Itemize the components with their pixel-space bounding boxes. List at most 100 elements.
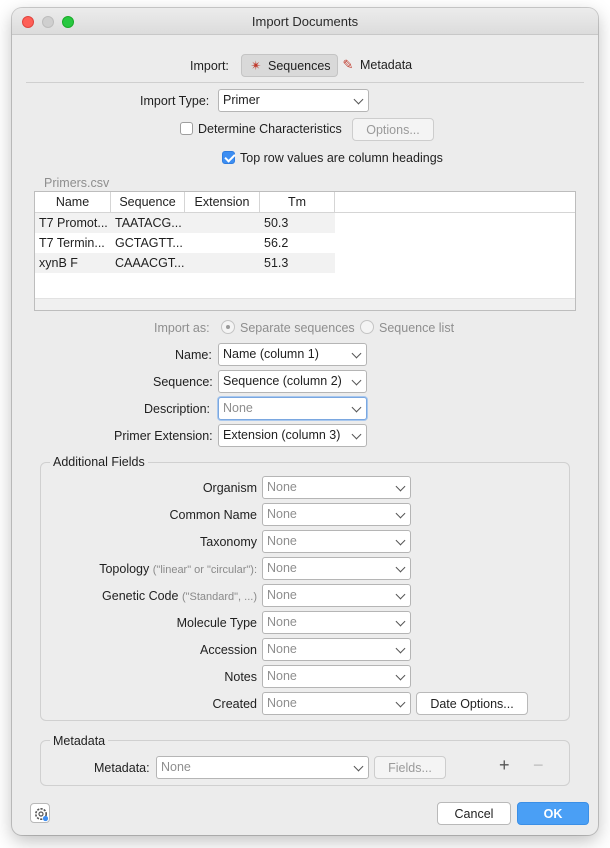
notes-value: None xyxy=(267,669,297,683)
genetic-code-hint: ("Standard", ...) xyxy=(181,591,257,603)
table-header: Name Sequence Extension Tm xyxy=(35,192,575,213)
accession-select[interactable]: None xyxy=(262,638,411,661)
import-type-select[interactable]: Primer xyxy=(218,89,369,112)
chevron-down-icon xyxy=(395,508,406,519)
chevron-down-icon xyxy=(353,94,364,105)
chevron-down-icon xyxy=(395,589,406,600)
cell-tm: 50.3 xyxy=(264,216,289,230)
fields-button[interactable]: Fields... xyxy=(374,756,446,779)
taxonomy-select[interactable]: None xyxy=(262,530,411,553)
chevron-down-icon xyxy=(395,616,406,627)
genetic-code-label: Genetic Code ("Standard", ...) xyxy=(102,589,257,603)
import-as-label: Import as: xyxy=(154,321,210,335)
metadata-group-title: Metadata xyxy=(50,734,109,748)
determine-characteristics-label: Determine Characteristics xyxy=(198,122,342,136)
topology-label: Topology ("linear" or "circular"): xyxy=(99,562,257,576)
primer-extension-mapping-select[interactable]: Extension (column 3) xyxy=(218,424,367,447)
chevron-down-icon xyxy=(395,562,406,573)
tab-sequences[interactable]: ✴ Sequences xyxy=(241,54,338,77)
cell-name: T7 Promot... xyxy=(39,216,108,230)
chevron-down-icon xyxy=(395,697,406,708)
cell-sequence: CAAACGT... xyxy=(115,256,185,270)
cell-extension xyxy=(185,253,260,273)
cell-extension xyxy=(185,233,260,253)
organism-select[interactable]: None xyxy=(262,476,411,499)
created-select[interactable]: None xyxy=(262,692,411,715)
metadata-select[interactable]: None xyxy=(156,756,369,779)
options-button[interactable]: Options... xyxy=(352,118,434,141)
table-row[interactable]: T7 Termin... GCTAGTT... 56.2 xyxy=(35,233,335,253)
created-label: Created xyxy=(212,697,257,711)
common-name-select[interactable]: None xyxy=(262,503,411,526)
determine-characteristics-checkbox[interactable] xyxy=(180,122,193,135)
top-row-headings-label: Top row values are column headings xyxy=(240,151,443,165)
tab-sequences-label: Sequences xyxy=(268,59,331,73)
chevron-down-icon xyxy=(395,670,406,681)
taxonomy-label: Taxonomy xyxy=(200,535,257,549)
name-mapping-value: Name (column 1) xyxy=(223,347,319,361)
cell-sequence: GCTAGTT... xyxy=(115,236,183,250)
name-mapping-label: Name: xyxy=(175,348,212,362)
import-label: Import: xyxy=(190,59,229,73)
metadata-icon: ✎ xyxy=(342,57,354,72)
top-row-headings-checkbox[interactable] xyxy=(222,151,235,164)
window-title: Import Documents xyxy=(251,14,359,29)
chevron-down-icon xyxy=(351,402,362,413)
cell-name: T7 Termin... xyxy=(39,236,105,250)
chevron-down-icon xyxy=(351,429,362,440)
primer-extension-mapping-value: Extension (column 3) xyxy=(223,428,341,442)
primer-extension-mapping-label: Primer Extension: xyxy=(114,429,213,443)
separate-sequences-radio[interactable] xyxy=(221,320,235,334)
chevron-down-icon xyxy=(395,481,406,492)
cancel-button[interactable]: Cancel xyxy=(437,802,511,825)
taxonomy-value: None xyxy=(267,534,297,548)
notes-select[interactable]: None xyxy=(262,665,411,688)
ok-button[interactable]: OK xyxy=(517,802,589,825)
sequence-mapping-select[interactable]: Sequence (column 2) xyxy=(218,370,367,393)
organism-value: None xyxy=(267,480,297,494)
sequence-list-radio[interactable] xyxy=(360,320,374,334)
column-header-name[interactable]: Name xyxy=(35,192,111,213)
settings-gear-button[interactable] xyxy=(30,803,50,823)
column-header-extension[interactable]: Extension xyxy=(185,192,260,213)
common-name-value: None xyxy=(267,507,297,521)
description-mapping-select[interactable]: None xyxy=(218,397,367,420)
molecule-type-value: None xyxy=(267,615,297,629)
sequences-icon: ✴ xyxy=(250,58,262,73)
chevron-down-icon xyxy=(351,348,362,359)
organism-label: Organism xyxy=(202,481,257,495)
column-header-tm[interactable]: Tm xyxy=(260,192,335,213)
file-name-label: Primers.csv xyxy=(44,176,110,190)
column-header-sequence[interactable]: Sequence xyxy=(111,192,185,213)
notes-label: Notes xyxy=(224,670,257,684)
genetic-code-select[interactable]: None xyxy=(262,584,411,607)
topology-select[interactable]: None xyxy=(262,557,411,580)
accession-label: Accession xyxy=(200,643,257,657)
sequence-mapping-label: Sequence: xyxy=(153,375,213,389)
topology-label-text: Topology xyxy=(99,562,150,576)
preview-table[interactable]: Name Sequence Extension Tm T7 Promot... … xyxy=(34,191,576,311)
accession-value: None xyxy=(267,642,297,656)
add-metadata-button[interactable]: + xyxy=(499,755,510,776)
molecule-type-select[interactable]: None xyxy=(262,611,411,634)
tab-metadata[interactable]: ✎ Metadata xyxy=(334,54,418,77)
description-mapping-value: None xyxy=(223,401,253,415)
table-horizontal-scrollbar[interactable] xyxy=(35,298,575,310)
additional-fields-title: Additional Fields xyxy=(50,455,148,469)
gear-icon xyxy=(35,808,49,822)
created-value: None xyxy=(267,696,297,710)
date-options-button[interactable]: Date Options... xyxy=(416,692,528,715)
import-type-label: Import Type: xyxy=(140,94,210,108)
remove-metadata-button[interactable]: − xyxy=(533,755,544,776)
topology-value: None xyxy=(267,561,297,575)
tab-metadata-label: Metadata xyxy=(360,58,413,72)
cell-extension xyxy=(185,213,260,233)
table-row[interactable]: T7 Promot... TAATACG... 50.3 xyxy=(35,213,335,233)
table-row[interactable]: xynB F CAAACGT... 51.3 xyxy=(35,253,335,273)
separate-sequences-label: Separate sequences xyxy=(240,321,355,335)
chevron-down-icon xyxy=(351,375,362,386)
cell-tm: 51.3 xyxy=(264,256,289,270)
sequence-list-label: Sequence list xyxy=(379,321,455,335)
common-name-label: Common Name xyxy=(169,508,257,522)
name-mapping-select[interactable]: Name (column 1) xyxy=(218,343,367,366)
